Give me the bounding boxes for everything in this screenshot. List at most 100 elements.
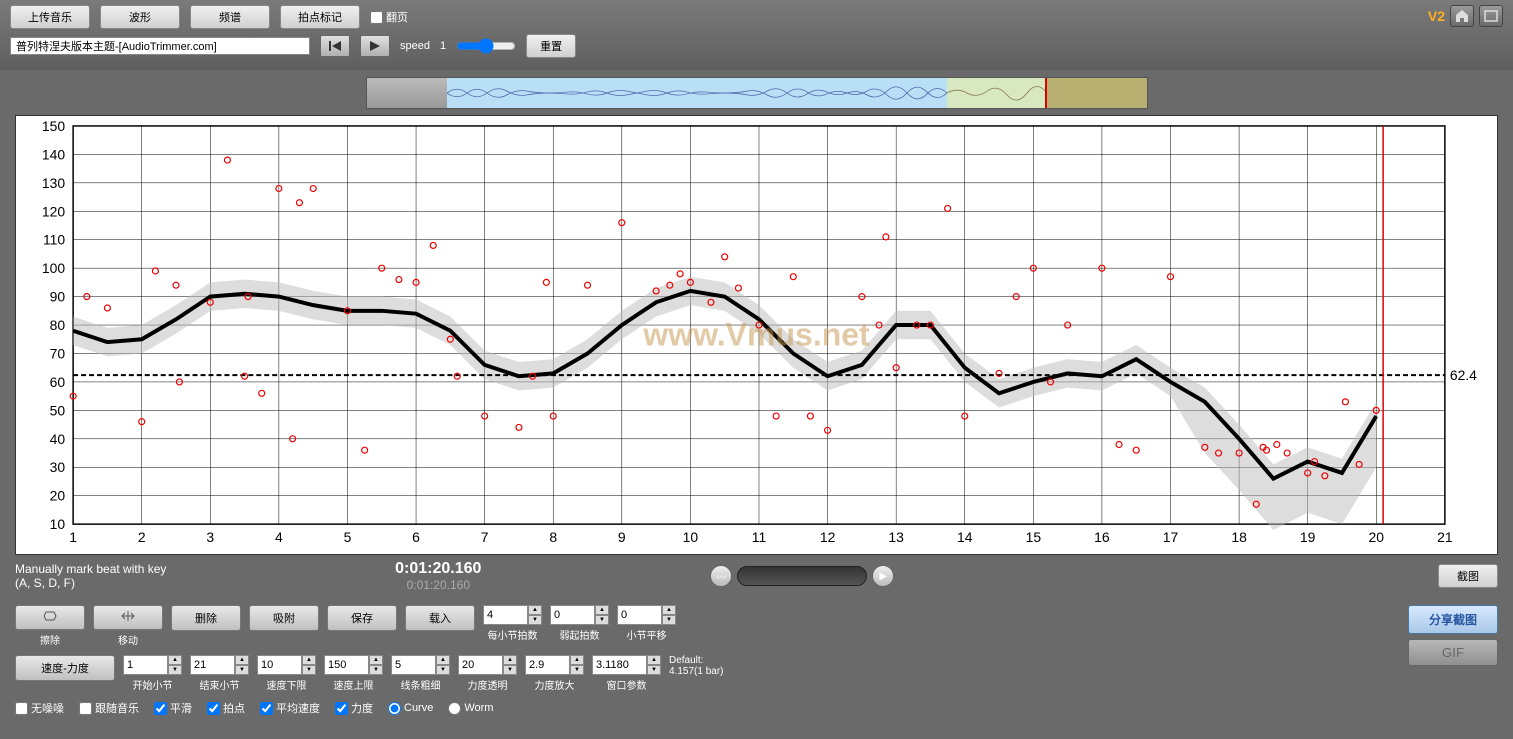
svg-text:60: 60 [50, 374, 66, 390]
wf-segment-remaining [1047, 78, 1147, 108]
smooth-checkbox[interactable]: 平滑 [154, 700, 192, 716]
svg-text:10: 10 [683, 529, 699, 545]
top-toolbar: 上传音乐 波形 频谱 拍点标记 翻页 speed 1 重置 V2 [0, 0, 1513, 70]
play-icon [370, 41, 380, 51]
speed-label: speed [400, 40, 430, 52]
prev-button[interactable] [320, 35, 350, 57]
bottom-panel: 擦除 移动 删除 吸附 保存 载入 ▲▼ 每小节拍数 ▲▼ 弱起拍数 ▲▼ 小节… [0, 597, 1513, 724]
beats-per-bar-input[interactable] [483, 605, 528, 625]
svg-text:100: 100 [42, 260, 65, 276]
home-icon [1455, 9, 1469, 23]
svg-text:20: 20 [50, 488, 66, 504]
filename-input[interactable] [10, 37, 310, 55]
save-button[interactable]: 保存 [327, 605, 397, 631]
follow-music-checkbox[interactable]: 跟随音乐 [79, 700, 139, 716]
beats-per-bar-group: ▲▼ 每小节拍数 [483, 605, 542, 642]
svg-text:140: 140 [42, 146, 65, 162]
speed-slider[interactable] [456, 38, 516, 54]
snap-button[interactable]: 吸附 [249, 605, 319, 631]
share-button[interactable]: 分享截图 [1408, 605, 1498, 634]
svg-text:18: 18 [1231, 529, 1247, 545]
svg-text:8: 8 [549, 529, 557, 545]
svg-text:120: 120 [42, 203, 65, 219]
wf-segment-played [447, 78, 947, 108]
erase-button[interactable] [15, 605, 85, 630]
version-badge: V2 [1428, 8, 1445, 24]
move-label: 移动 [118, 632, 138, 647]
beats-checkbox[interactable]: 拍点 [207, 700, 245, 716]
spectrum-button[interactable]: 频谱 [190, 5, 270, 29]
svg-text:90: 90 [50, 289, 66, 305]
no-noise-checkbox[interactable]: 无噪噪 [15, 700, 64, 716]
svg-text:70: 70 [50, 345, 66, 361]
load-button[interactable]: 载入 [405, 605, 475, 631]
home-button[interactable] [1450, 5, 1474, 27]
bar-offset-input[interactable] [617, 605, 662, 625]
svg-text:50: 50 [50, 402, 66, 418]
svg-text:15: 15 [1026, 529, 1042, 545]
svg-text:130: 130 [42, 175, 65, 191]
play-button[interactable] [360, 35, 390, 57]
hint-line2: (A, S, D, F) [15, 576, 166, 590]
svg-text:110: 110 [43, 232, 65, 248]
wf-segment-current [947, 78, 1047, 108]
svg-text:30: 30 [50, 459, 66, 475]
pickup-input[interactable] [550, 605, 595, 625]
svg-text:14: 14 [957, 529, 973, 545]
flip-checkbox[interactable]: 翻页 [370, 9, 408, 25]
line-width-input[interactable] [391, 655, 436, 675]
beatmark-button[interactable]: 拍点标记 [280, 5, 360, 29]
svg-text:10: 10 [50, 516, 66, 532]
svg-text:3: 3 [206, 529, 214, 545]
pickup-group: ▲▼ 弱起拍数 [550, 605, 609, 642]
svg-text:17: 17 [1163, 529, 1179, 545]
svg-text:80: 80 [50, 317, 66, 333]
speed-dynamics-button[interactable]: 速度-力度 [15, 655, 115, 681]
svg-text:62.4: 62.4 [1450, 367, 1477, 383]
avg-speed-checkbox[interactable]: 平均速度 [260, 700, 320, 716]
worm-radio[interactable]: Worm [448, 702, 493, 715]
waveform-overview[interactable] [0, 70, 1513, 115]
prev-icon [329, 41, 341, 51]
curve-radio[interactable]: Curve [388, 702, 433, 715]
end-bar-input[interactable] [190, 655, 235, 675]
move-button[interactable] [93, 605, 163, 630]
default-text: Default: 4.157(1 bar) [669, 655, 723, 677]
svg-text:150: 150 [42, 118, 65, 134]
reset-button[interactable]: 重置 [526, 34, 576, 58]
dyn-scale-input[interactable] [525, 655, 570, 675]
scrub-left-icon[interactable]: 〰 [710, 565, 732, 587]
dyn-alpha-input[interactable] [458, 655, 503, 675]
fullscreen-button[interactable] [1479, 5, 1503, 27]
svg-text:13: 13 [888, 529, 904, 545]
tempo-chart[interactable]: 1234567891011121314151617181920211020304… [15, 115, 1498, 555]
screenshot-button[interactable]: 截图 [1438, 564, 1498, 588]
window-input[interactable] [592, 655, 647, 675]
scrub-bar[interactable] [737, 566, 867, 586]
waveform-button[interactable]: 波形 [100, 5, 180, 29]
erase-label: 擦除 [40, 632, 60, 647]
svg-text:5: 5 [344, 529, 352, 545]
svg-text:2: 2 [138, 529, 146, 545]
speed-max-input[interactable] [324, 655, 369, 675]
svg-text:19: 19 [1300, 529, 1316, 545]
speed-min-input[interactable] [257, 655, 302, 675]
bar-offset-group: ▲▼ 小节平移 [617, 605, 676, 642]
scrub-right-icon[interactable]: ▶ [872, 565, 894, 587]
move-icon [120, 610, 136, 622]
upload-button[interactable]: 上传音乐 [10, 5, 90, 29]
hint-line1: Manually mark beat with key [15, 562, 166, 576]
delete-button[interactable]: 删除 [171, 605, 241, 631]
time-primary: 0:01:20.160 [166, 560, 710, 578]
fullscreen-icon [1484, 9, 1498, 23]
status-bar: Manually mark beat with key (A, S, D, F)… [0, 555, 1513, 597]
start-bar-input[interactable] [123, 655, 168, 675]
gif-button[interactable]: GIF [1408, 639, 1498, 666]
svg-text:1: 1 [69, 529, 77, 545]
speed-value: 1 [440, 40, 446, 52]
svg-text:9: 9 [618, 529, 626, 545]
svg-text:40: 40 [50, 431, 66, 447]
svg-text:6: 6 [412, 529, 420, 545]
svg-text:12: 12 [820, 529, 836, 545]
dynamics-checkbox[interactable]: 力度 [335, 700, 373, 716]
